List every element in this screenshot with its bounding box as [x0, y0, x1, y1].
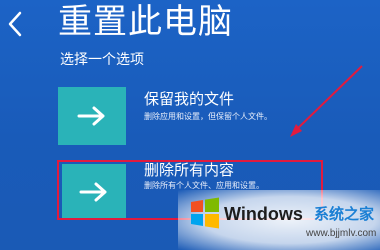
- option-tile[interactable]: [58, 87, 126, 145]
- right-arrow-icon: [77, 106, 105, 126]
- watermark-brand: Windows: [224, 204, 303, 224]
- reset-pc-screen: 重置此电脑 选择一个选项 保留我的文件 删除应用和设置，但保留个人文件。 删除所…: [0, 0, 380, 250]
- windows-logo-icon: [191, 197, 219, 229]
- keep-my-files-option[interactable]: 保留我的文件 删除应用和设置，但保留个人文件。: [58, 87, 318, 149]
- option-description: 删除应用和设置，但保留个人文件。: [144, 112, 272, 121]
- watermark: Windows 系统之家 www.bjjmlv.com: [178, 190, 380, 250]
- watermark-url: www.bjjmlv.com: [306, 228, 377, 239]
- option-title: 保留我的文件: [144, 90, 235, 108]
- choose-option-subtitle: 选择一个选项: [60, 52, 144, 68]
- watermark-site-name: 系统之家: [314, 205, 375, 223]
- back-arrow-icon[interactable]: [6, 10, 24, 38]
- page-title: 重置此电脑: [58, 2, 233, 42]
